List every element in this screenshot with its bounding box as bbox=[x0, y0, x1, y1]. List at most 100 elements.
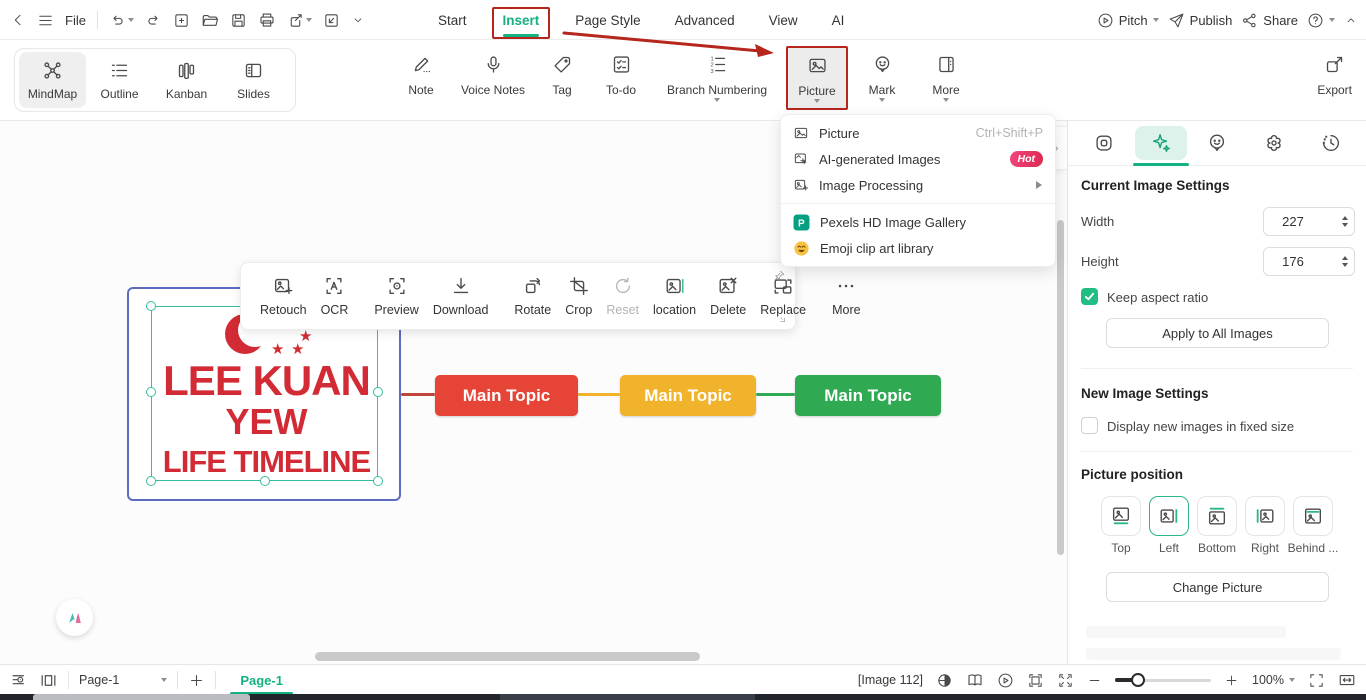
undo-button[interactable] bbox=[109, 12, 134, 29]
pie-view-icon[interactable] bbox=[936, 672, 953, 689]
new-file-button[interactable] bbox=[173, 12, 190, 29]
help-button[interactable] bbox=[1307, 12, 1335, 29]
back-icon[interactable] bbox=[10, 12, 26, 28]
tool-todo[interactable]: To-do bbox=[588, 47, 654, 107]
position-right[interactable]: Right bbox=[1243, 496, 1287, 555]
print-button[interactable] bbox=[258, 11, 276, 29]
page-tab[interactable]: Page-1 bbox=[226, 673, 297, 695]
height-stepper[interactable] bbox=[1342, 256, 1348, 267]
change-picture-button[interactable]: Change Picture bbox=[1106, 572, 1329, 602]
horizontal-scrollbar[interactable] bbox=[315, 652, 700, 661]
handbook-icon[interactable] bbox=[966, 671, 984, 689]
tab-page-style[interactable]: Page Style bbox=[573, 11, 642, 30]
tab-image-settings[interactable] bbox=[1132, 126, 1189, 166]
view-mode-kanban[interactable]: Kanban bbox=[153, 52, 220, 108]
preview-button[interactable]: Preview bbox=[367, 275, 425, 317]
main-topic-red[interactable]: Main Topic bbox=[435, 375, 578, 416]
frame-icon[interactable] bbox=[1027, 672, 1044, 689]
fit-width-icon[interactable] bbox=[1338, 671, 1356, 689]
keep-aspect-checkbox[interactable] bbox=[1081, 288, 1098, 305]
vertical-scrollbar[interactable] bbox=[1057, 220, 1064, 555]
menu-item-emoji-library[interactable]: Emoji clip art library bbox=[781, 235, 1055, 261]
more-button[interactable]: More bbox=[825, 275, 867, 317]
pin-icon[interactable] bbox=[773, 269, 786, 282]
retouch-button[interactable]: Retouch bbox=[253, 275, 314, 317]
position-left[interactable]: Left bbox=[1147, 496, 1191, 555]
page-select[interactable]: Page-1 bbox=[79, 673, 168, 687]
tab-mark[interactable] bbox=[1191, 126, 1243, 160]
save-button[interactable] bbox=[230, 12, 247, 29]
tool-branch-numbering[interactable]: 123 Branch Numbering bbox=[654, 47, 780, 119]
slideshow-icon[interactable] bbox=[39, 671, 58, 690]
tool-picture[interactable]: Picture bbox=[788, 48, 846, 120]
tab-sticker[interactable] bbox=[1248, 126, 1300, 160]
export-button[interactable]: Export bbox=[1317, 47, 1352, 97]
view-mode-outline[interactable]: Outline bbox=[86, 52, 153, 108]
fit-screen-icon[interactable] bbox=[1057, 672, 1074, 689]
tool-tag[interactable]: Tag bbox=[536, 47, 588, 107]
tab-style[interactable] bbox=[1078, 126, 1130, 160]
corner-resize-icon[interactable] bbox=[775, 312, 786, 323]
play-slideshow-icon[interactable] bbox=[997, 672, 1014, 689]
apply-to-all-button[interactable]: Apply to All Images bbox=[1106, 318, 1329, 348]
main-topic-green[interactable]: Main Topic bbox=[795, 375, 941, 416]
menu-item-ai-images[interactable]: AI-generated Images Hot bbox=[781, 146, 1055, 172]
selection-handle[interactable] bbox=[373, 387, 383, 397]
import-button[interactable] bbox=[323, 12, 340, 29]
position-bottom[interactable]: Bottom bbox=[1195, 496, 1239, 555]
share-button[interactable]: Share bbox=[1241, 12, 1298, 29]
position-behind[interactable]: Behind ... bbox=[1288, 496, 1338, 555]
selection-handle[interactable] bbox=[146, 301, 156, 311]
download-button[interactable]: Download bbox=[426, 275, 496, 317]
tab-view[interactable]: View bbox=[767, 11, 800, 30]
zoom-slider[interactable] bbox=[1115, 672, 1212, 687]
tab-start[interactable]: Start bbox=[436, 11, 469, 30]
tab-history[interactable] bbox=[1305, 126, 1357, 160]
main-topic-yellow[interactable]: Main Topic bbox=[620, 375, 756, 416]
rotate-button[interactable]: Rotate bbox=[507, 275, 558, 317]
publish-button[interactable]: Publish bbox=[1168, 12, 1232, 29]
redo-button[interactable] bbox=[145, 12, 162, 29]
tool-note[interactable]: Note bbox=[392, 47, 450, 107]
width-input[interactable] bbox=[1264, 214, 1322, 229]
ocr-button[interactable]: OCR bbox=[314, 275, 356, 317]
width-stepper[interactable] bbox=[1342, 216, 1348, 227]
fullscreen-icon[interactable] bbox=[1308, 672, 1325, 689]
outline-location-icon[interactable] bbox=[10, 671, 29, 690]
zoom-level[interactable]: 100% bbox=[1252, 673, 1295, 687]
crop-button[interactable]: Crop bbox=[558, 275, 599, 317]
selection-handle[interactable] bbox=[146, 476, 156, 486]
app-logo-badge[interactable] bbox=[56, 599, 93, 636]
view-mode-mindmap[interactable]: MindMap bbox=[19, 52, 86, 108]
open-file-button[interactable] bbox=[201, 11, 219, 29]
menu-icon[interactable] bbox=[37, 12, 54, 29]
right-panel: Current Image Settings Width Height Keep… bbox=[1067, 121, 1366, 664]
fixed-size-checkbox[interactable] bbox=[1081, 417, 1098, 434]
location-button[interactable]: location bbox=[646, 275, 703, 317]
collapse-ribbon-icon[interactable] bbox=[1344, 13, 1358, 27]
selection-handle[interactable] bbox=[373, 476, 383, 486]
delete-button[interactable]: Delete bbox=[703, 275, 753, 317]
export-share-button[interactable] bbox=[287, 12, 312, 29]
position-top[interactable]: Top bbox=[1099, 496, 1143, 555]
zoom-out-button[interactable] bbox=[1087, 673, 1102, 688]
tab-insert[interactable]: Insert bbox=[491, 6, 551, 39]
menu-item-picture[interactable]: Picture Ctrl+Shift+P bbox=[781, 120, 1055, 146]
zoom-slider-knob[interactable] bbox=[1131, 672, 1146, 687]
pitch-button[interactable]: Pitch bbox=[1097, 12, 1159, 29]
tool-voice-notes[interactable]: Voice Notes bbox=[450, 47, 536, 107]
selection-handle[interactable] bbox=[146, 387, 156, 397]
toolbar-collapse-icon[interactable] bbox=[351, 13, 365, 27]
tool-mark[interactable]: Mark bbox=[850, 47, 914, 119]
zoom-in-button[interactable] bbox=[1224, 673, 1239, 688]
menu-item-pexels[interactable]: P Pexels HD Image Gallery bbox=[781, 209, 1055, 235]
tab-advanced[interactable]: Advanced bbox=[673, 11, 737, 30]
tab-ai[interactable]: AI bbox=[830, 11, 847, 30]
file-menu[interactable]: File bbox=[65, 13, 86, 28]
tool-more[interactable]: More bbox=[914, 47, 978, 119]
menu-item-image-processing[interactable]: Image Processing bbox=[781, 172, 1055, 198]
view-mode-slides[interactable]: Slides bbox=[220, 52, 287, 108]
selection-handle[interactable] bbox=[260, 476, 270, 486]
add-page-button[interactable] bbox=[188, 672, 205, 689]
height-input[interactable] bbox=[1264, 254, 1322, 269]
